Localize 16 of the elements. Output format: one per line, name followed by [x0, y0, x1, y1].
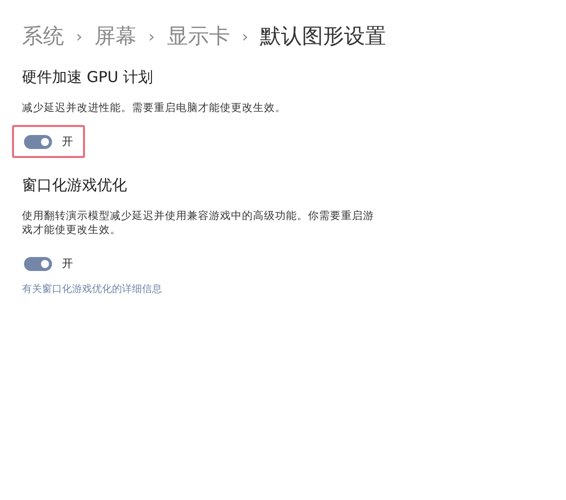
- toggle-label: 开: [62, 256, 73, 271]
- section-description: 使用翻转演示模型减少延迟并使用兼容游戏中的高级功能。你需要重启游戏才能使更改生效。: [22, 209, 375, 237]
- breadcrumb-item[interactable]: 系统: [22, 22, 64, 50]
- toggle-switch[interactable]: [24, 134, 52, 148]
- breadcrumb-item[interactable]: 屏幕: [94, 22, 136, 50]
- section-title: 硬件加速 GPU 计划: [22, 68, 154, 87]
- details-link[interactable]: 有关窗口化游戏优化的详细信息: [22, 282, 544, 296]
- breadcrumb-separator: ›: [76, 26, 82, 46]
- breadcrumb-item: 默认图形设置: [260, 23, 386, 50]
- section-description: 减少延迟并改进性能。需要重启电脑才能使更改生效。: [22, 101, 287, 115]
- breadcrumb-separator: ›: [148, 26, 155, 46]
- section-title: 窗口化游戏优化: [22, 176, 128, 195]
- toggle-label: 开: [62, 134, 73, 149]
- breadcrumb-separator: ›: [242, 26, 248, 46]
- breadcrumb-item[interactable]: 显示卡: [166, 22, 230, 50]
- toggle-switch[interactable]: [24, 256, 52, 270]
